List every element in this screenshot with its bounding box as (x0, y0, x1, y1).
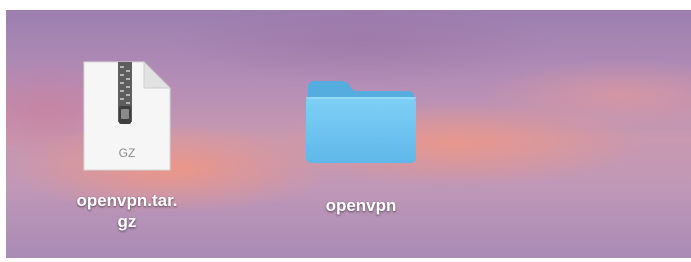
screenshot-frame: GZ openvpn.tar. gz openvpn (0, 0, 691, 262)
label-line-2: gz (117, 212, 137, 231)
desktop-item-openvpn-tar-gz[interactable]: GZ openvpn.tar. gz (52, 60, 202, 232)
label-line-1: openvpn.tar. (76, 191, 178, 210)
desktop[interactable]: GZ openvpn.tar. gz openvpn (6, 10, 691, 258)
desktop-item-label: openvpn.tar. gz (57, 190, 197, 232)
desktop-item-label: openvpn (325, 196, 397, 215)
archive-type-badge: GZ (119, 146, 136, 160)
folder-icon (306, 81, 416, 163)
desktop-item-openvpn-folder[interactable]: openvpn (298, 77, 424, 216)
gz-archive-icon: GZ (83, 60, 172, 171)
